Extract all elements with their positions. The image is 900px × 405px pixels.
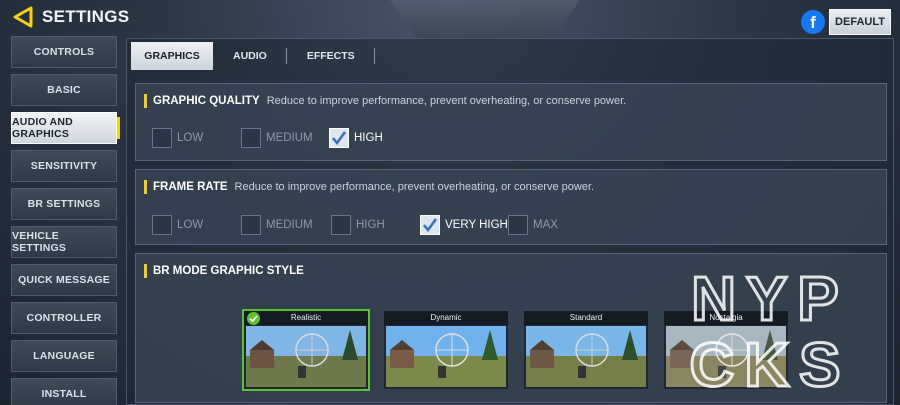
option-label: MAX [533, 219, 558, 231]
frame-rate-option-high[interactable]: HIGH [331, 215, 385, 235]
checkbox[interactable] [331, 215, 351, 235]
style-card-label: Dynamic [384, 311, 508, 325]
checkbox[interactable] [241, 215, 261, 235]
sidebar-item-quick-message[interactable]: QUICK MESSAGE [11, 264, 117, 296]
sidebar-item-vehicle-settings[interactable]: VEHICLE SETTINGS [11, 226, 117, 258]
style-card-dynamic[interactable]: Dynamic [384, 311, 508, 389]
check-icon [422, 218, 438, 233]
option-label: MEDIUM [266, 219, 313, 231]
checkbox[interactable] [329, 128, 349, 148]
tab-audio[interactable]: AUDIO [213, 42, 287, 70]
check-icon [331, 131, 347, 146]
frame-rate-section: FRAME RATE Reduce to improve performance… [135, 169, 887, 245]
option-label: MEDIUM [266, 132, 313, 144]
selected-check-icon [247, 312, 260, 325]
style-card-standard[interactable]: Standard [524, 311, 648, 389]
checkbox[interactable] [420, 215, 440, 235]
default-button[interactable]: DEFAULT [829, 9, 891, 35]
checkbox[interactable] [152, 215, 172, 235]
checkbox[interactable] [241, 128, 261, 148]
graphic-quality-option-low[interactable]: LOW [152, 128, 203, 148]
graphic-quality-description: Reduce to improve performance, prevent o… [266, 95, 627, 107]
style-card-label: Standard [524, 311, 648, 325]
style-preview-image [526, 326, 646, 387]
graphic-quality-option-medium[interactable]: MEDIUM [241, 128, 313, 148]
sidebar-item-language[interactable]: LANGUAGE [11, 340, 117, 372]
tab-bar: GRAPHICS AUDIO EFFECTS [131, 42, 375, 70]
option-label: LOW [177, 219, 204, 231]
sidebar: CONTROLS BASIC AUDIO AND GRAPHICS SENSIT… [11, 36, 120, 405]
frame-rate-option-max[interactable]: MAX [508, 215, 558, 235]
sidebar-item-controller[interactable]: CONTROLLER [11, 302, 117, 334]
sidebar-item-audio-and-graphics[interactable]: AUDIO AND GRAPHICS [11, 112, 120, 144]
graphic-quality-title: GRAPHIC QUALITY [153, 95, 260, 107]
frame-rate-title: FRAME RATE [153, 181, 228, 193]
facebook-icon[interactable]: f [801, 10, 825, 34]
page-title: SETTINGS [42, 7, 130, 26]
style-preview-image [246, 326, 366, 387]
section-accent-bar [144, 264, 147, 278]
frame-rate-description: Reduce to improve performance, prevent o… [234, 181, 595, 193]
sidebar-item-install[interactable]: INSTALL [11, 378, 117, 405]
br-style-title: BR MODE GRAPHIC STYLE [153, 265, 304, 277]
watermark-line2: CKS [690, 331, 851, 394]
sidebar-item-controls[interactable]: CONTROLS [11, 36, 117, 68]
background-emblem [390, 0, 580, 40]
style-card-realistic[interactable]: Realistic [242, 309, 370, 391]
option-label: VERY HIGH [445, 219, 508, 231]
section-accent-bar [144, 94, 147, 108]
tab-graphics[interactable]: GRAPHICS [131, 42, 213, 70]
sidebar-item-br-settings[interactable]: BR SETTINGS [11, 188, 117, 220]
watermark-logo: NYP CKS [688, 264, 851, 395]
frame-rate-option-medium[interactable]: MEDIUM [241, 215, 313, 235]
checkbox[interactable] [508, 215, 528, 235]
style-card-label: Realistic [244, 311, 368, 325]
frame-rate-option-very-high[interactable]: VERY HIGH [420, 215, 508, 235]
sidebar-item-sensitivity[interactable]: SENSITIVITY [11, 150, 117, 182]
graphic-quality-option-high[interactable]: HIGH [329, 128, 383, 148]
section-accent-bar [144, 180, 147, 194]
watermark-line1: NYP [691, 265, 848, 334]
checkbox[interactable] [152, 128, 172, 148]
option-label: LOW [177, 132, 204, 144]
frame-rate-option-low[interactable]: LOW [152, 215, 203, 235]
tab-effects[interactable]: EFFECTS [287, 42, 375, 70]
style-preview-image [386, 326, 506, 387]
option-label: HIGH [354, 132, 383, 144]
graphic-quality-section: GRAPHIC QUALITY Reduce to improve perfor… [135, 83, 887, 161]
option-label: HIGH [356, 219, 385, 231]
back-button[interactable] [10, 6, 36, 28]
back-arrow-icon [13, 6, 33, 28]
sidebar-item-basic[interactable]: BASIC [11, 74, 117, 106]
